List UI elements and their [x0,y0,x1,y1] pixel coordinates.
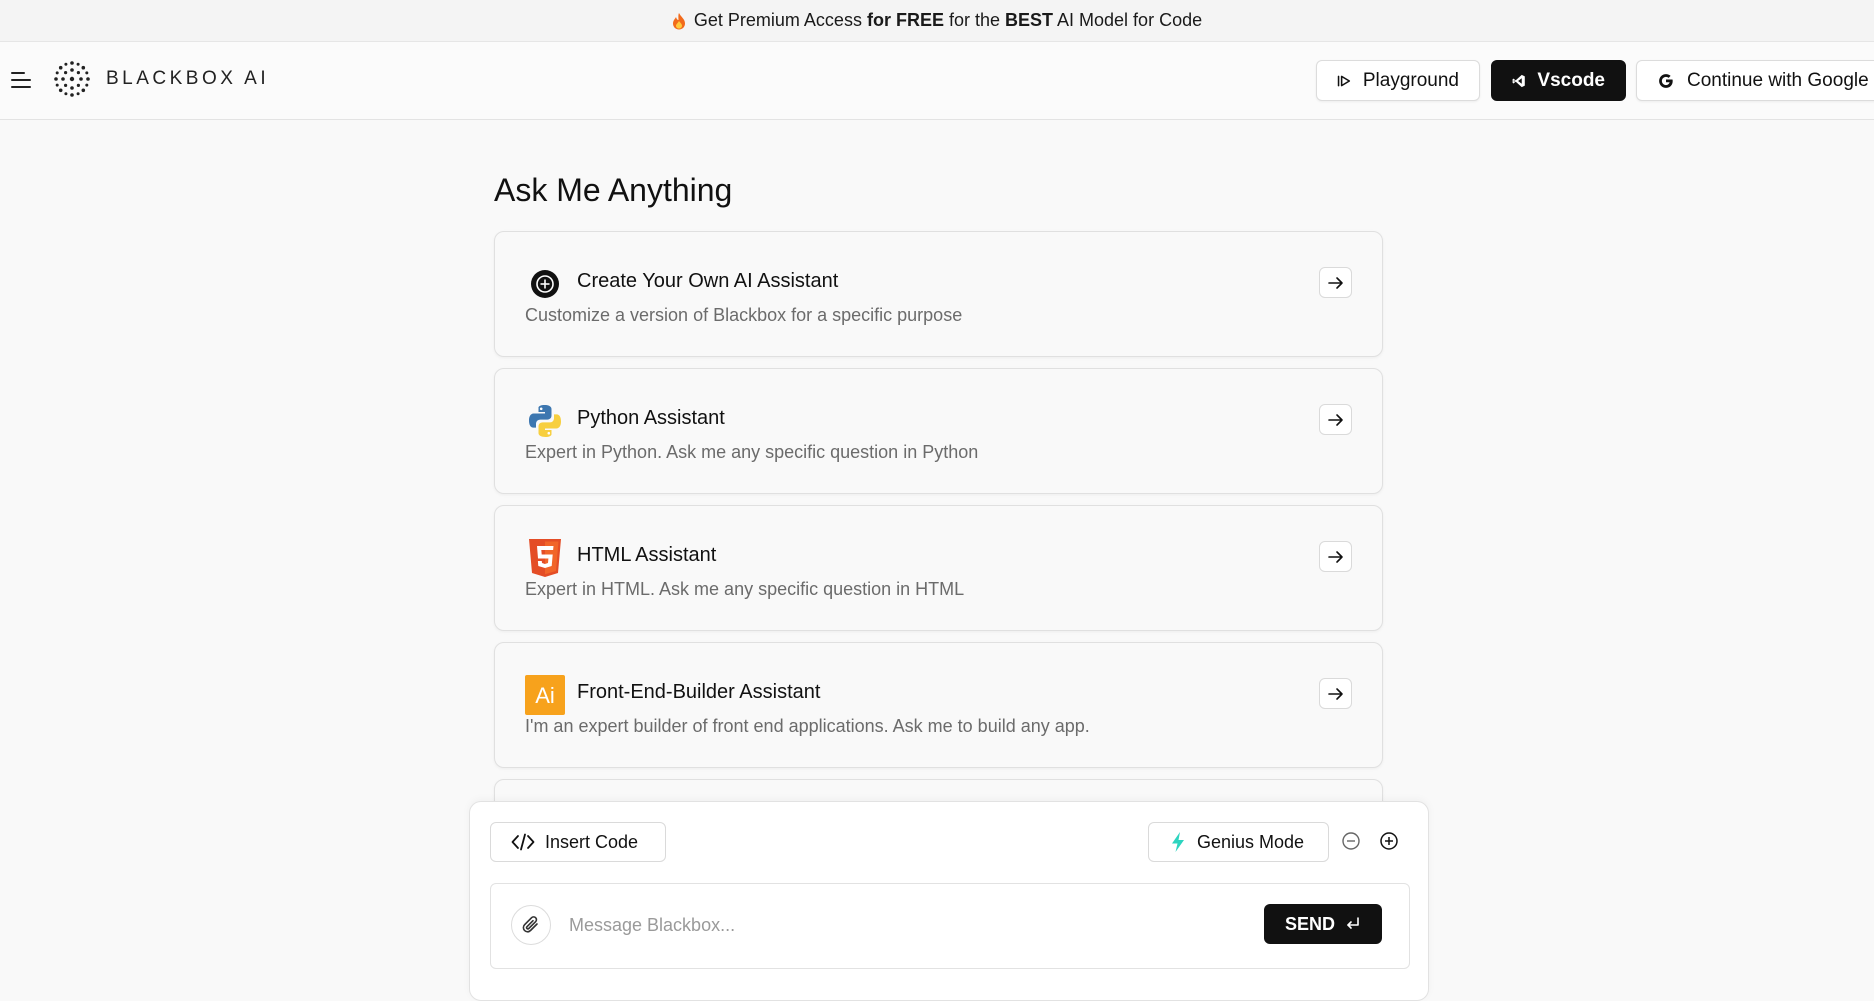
plus-circle-icon [525,264,565,304]
genius-mode-label: Genius Mode [1197,831,1305,852]
promo-text-bold1: for FREE [866,10,944,30]
playground-label: Playground [1362,69,1459,91]
send-label: SEND [1284,913,1335,934]
page-title: Ask Me Anything [494,172,733,208]
insert-code-button[interactable]: Insert Code [490,822,666,862]
promo-banner[interactable]: Get Premium Access for FREE for the BEST… [0,0,1874,42]
send-button[interactable]: SEND [1264,904,1382,944]
arrow-right-icon[interactable] [1319,404,1352,435]
svg-text:Ai: Ai [535,683,555,708]
card-title: Create Your Own AI Assistant [577,270,839,292]
logo[interactable]: BLACKBOX AI [52,59,269,99]
promo-text-part3: AI Model for Code [1053,10,1203,30]
lightning-icon [1172,832,1184,852]
card-html-assistant[interactable]: HTML Assistant Expert in HTML. Ask me an… [494,505,1383,631]
logo-text: BLACKBOX AI [106,68,270,89]
card-description: Customize a version of Blackbox for a sp… [525,305,963,325]
arrow-right-icon[interactable] [1319,678,1352,709]
card-title: HTML Assistant [577,544,717,566]
card-front-end-builder-assistant[interactable]: Ai Front-End-Builder Assistant I'm an ex… [494,642,1383,768]
card-create-assistant[interactable]: Create Your Own AI Assistant Customize a… [494,231,1383,357]
vscode-button[interactable]: Vscode [1491,60,1626,101]
code-icon [511,833,535,851]
hamburger-menu-icon[interactable] [11,71,33,94]
genius-mode-button[interactable]: Genius Mode [1148,822,1329,862]
continue-with-google-button[interactable]: Continue with Google [1636,60,1874,101]
google-g-icon [1659,73,1673,88]
message-box: SEND [490,883,1410,969]
arrow-right-icon[interactable] [1319,541,1352,572]
zoom-in-icon[interactable] [1379,831,1399,856]
insert-code-label: Insert Code [545,831,639,852]
ai-icon: Ai [525,675,565,715]
arrow-right-icon[interactable] [1319,267,1352,298]
top-header: BLACKBOX AI Playground Vscode Continue w… [0,42,1874,120]
blackbox-logo-icon [54,61,90,97]
enter-icon [1347,917,1359,929]
paperclip-icon[interactable] [511,905,551,945]
vscode-icon [1512,74,1525,87]
card-description: Expert in HTML. Ask me any specific ques… [525,579,965,599]
card-python-assistant[interactable]: Python Assistant Expert in Python. Ask m… [494,368,1383,494]
card-title: Front-End-Builder Assistant [577,681,821,703]
python-icon [525,401,565,441]
vscode-label: Vscode [1537,69,1605,91]
play-icon [1337,75,1351,86]
card-description: Expert in Python. Ask me any specific qu… [525,442,979,462]
zoom-out-icon[interactable] [1341,831,1361,856]
google-label: Continue with Google [1687,69,1869,91]
promo-text-part1: Get Premium Access [693,10,867,30]
html5-icon [525,538,565,578]
promo-text-part2: for the [943,10,1005,30]
message-input[interactable] [569,906,1229,944]
message-composer: Insert Code Genius Mode SEND [469,801,1429,1001]
promo-text-bold2: BEST [1005,10,1054,30]
card-title: Python Assistant [577,407,725,429]
playground-button[interactable]: Playground [1316,60,1480,101]
card-description: I'm an expert builder of front end appli… [525,716,1090,736]
flame-icon [672,12,686,30]
promo-text: Get Premium Access for FREE for the BEST… [694,10,1202,31]
